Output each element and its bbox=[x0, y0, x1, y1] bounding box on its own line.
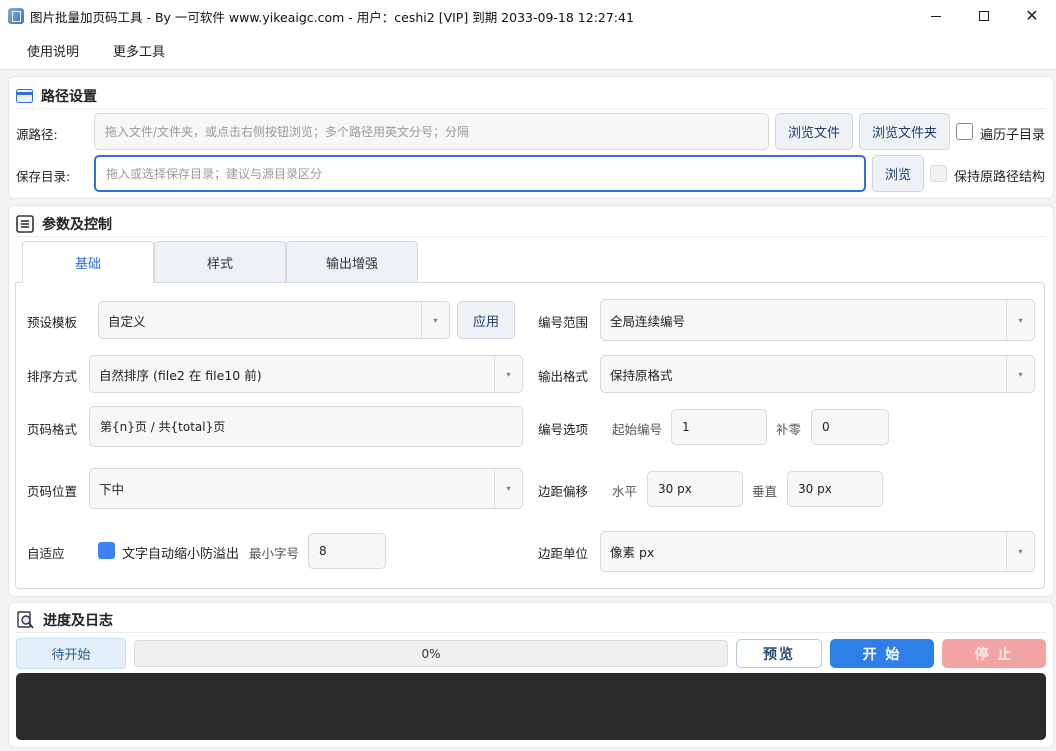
margin-unit-select[interactable]: 像素 px ▾ bbox=[600, 531, 1035, 572]
number-options-label: 编号选项 bbox=[538, 422, 589, 437]
title-bar: 图片批量加页码工具 - By 一可软件 www.yikeaigc.com - 用… bbox=[0, 0, 1056, 32]
horizontal-offset-value: 30 px bbox=[658, 482, 692, 496]
recurse-subdirs-checkbox[interactable] bbox=[956, 123, 973, 140]
params-header: 参数及控制 bbox=[16, 214, 112, 234]
zero-pad-field[interactable]: 0 bbox=[811, 409, 889, 445]
vertical-label: 垂直 bbox=[752, 484, 778, 499]
close-icon: ✕ bbox=[1025, 6, 1039, 25]
margin-unit-value: 像素 px bbox=[610, 545, 655, 560]
margin-unit-label: 边距单位 bbox=[538, 546, 589, 561]
menu-item-usage[interactable]: 使用说明 bbox=[27, 41, 79, 60]
progress-percent: 0% bbox=[421, 646, 441, 661]
status-badge: 待开始 bbox=[16, 638, 126, 669]
divider bbox=[16, 236, 1046, 237]
log-output[interactable] bbox=[16, 673, 1046, 740]
min-font-label: 最小字号 bbox=[249, 546, 300, 561]
page-format-value: 第{n}页 / 共{total}页 bbox=[100, 420, 226, 434]
keep-structure-label: 保持原路径结构 bbox=[954, 170, 1046, 185]
page-format-label: 页码格式 bbox=[27, 422, 78, 437]
close-button[interactable]: ✕ bbox=[1008, 0, 1056, 32]
min-font-value: 8 bbox=[319, 544, 327, 558]
auto-shrink-checkbox[interactable] bbox=[98, 542, 115, 559]
chevron-down-icon: ▾ bbox=[1006, 300, 1034, 340]
page-position-value: 下中 bbox=[99, 482, 125, 497]
preset-label: 预设模板 bbox=[27, 315, 78, 330]
vertical-offset-value: 30 px bbox=[798, 482, 832, 496]
save-dir-field[interactable] bbox=[94, 155, 866, 192]
chevron-down-icon: ▾ bbox=[494, 469, 522, 508]
progress-header: 进度及日志 bbox=[16, 610, 113, 630]
chevron-down-icon: ▾ bbox=[494, 356, 522, 392]
window-controls: ✕ bbox=[912, 0, 1056, 32]
range-label: 编号范围 bbox=[538, 315, 589, 330]
horizontal-label: 水平 bbox=[612, 484, 638, 499]
browse-folder-button[interactable]: 浏览文件夹 bbox=[859, 113, 950, 150]
list-icon bbox=[16, 215, 34, 233]
maximize-icon bbox=[979, 11, 989, 21]
preview-button[interactable]: 预览 bbox=[736, 639, 822, 668]
tab-style[interactable]: 样式 bbox=[154, 241, 286, 282]
chevron-down-icon: ▾ bbox=[421, 302, 449, 338]
path-settings-header: 路径设置 bbox=[16, 86, 97, 106]
minimize-button[interactable] bbox=[912, 0, 960, 32]
sort-select[interactable]: 自然排序 (file2 在 file10 前) ▾ bbox=[89, 355, 523, 393]
preset-select[interactable]: 自定义 ▾ bbox=[98, 301, 450, 339]
auto-shrink-label: 文字自动缩小防溢出 bbox=[122, 547, 240, 562]
divider bbox=[16, 108, 1046, 109]
minimize-icon bbox=[931, 15, 941, 17]
page-format-field[interactable]: 第{n}页 / 共{total}页 bbox=[89, 406, 523, 447]
chevron-down-icon: ▾ bbox=[1006, 356, 1034, 392]
window-title: 图片批量加页码工具 - By 一可软件 www.yikeaigc.com - 用… bbox=[30, 9, 634, 25]
vertical-offset-field[interactable]: 30 px bbox=[787, 471, 883, 507]
card-icon bbox=[16, 89, 33, 103]
start-button[interactable]: 开 始 bbox=[830, 639, 934, 668]
start-number-value: 1 bbox=[682, 420, 690, 434]
tab-basic[interactable]: 基础 bbox=[22, 241, 154, 283]
source-path-label: 源路径: bbox=[16, 127, 58, 142]
chevron-down-icon: ▾ bbox=[1006, 532, 1034, 571]
stop-button[interactable]: 停 止 bbox=[942, 639, 1046, 668]
page-position-label: 页码位置 bbox=[27, 484, 78, 499]
page-position-select[interactable]: 下中 ▾ bbox=[89, 468, 523, 509]
start-number-field[interactable]: 1 bbox=[671, 409, 767, 445]
min-font-field[interactable]: 8 bbox=[308, 533, 386, 569]
sort-value: 自然排序 (file2 在 file10 前) bbox=[99, 367, 262, 383]
menu-item-more-tools[interactable]: 更多工具 bbox=[113, 41, 165, 60]
horizontal-offset-field[interactable]: 30 px bbox=[647, 471, 743, 507]
preset-value: 自定义 bbox=[108, 313, 146, 329]
output-format-value: 保持原格式 bbox=[610, 367, 673, 383]
progress-title: 进度及日志 bbox=[43, 613, 113, 629]
tab-output-enhance[interactable]: 输出增强 bbox=[286, 241, 418, 282]
divider bbox=[16, 632, 1046, 633]
magnifier-document-icon bbox=[17, 610, 34, 629]
start-number-label: 起始编号 bbox=[612, 422, 663, 437]
margin-offset-label: 边距偏移 bbox=[538, 484, 589, 499]
progress-bar: 0% bbox=[134, 640, 728, 667]
output-format-select[interactable]: 保持原格式 ▾ bbox=[600, 355, 1035, 393]
apply-preset-button[interactable]: 应用 bbox=[457, 301, 515, 339]
zero-pad-value: 0 bbox=[822, 420, 830, 434]
path-settings-title: 路径设置 bbox=[41, 89, 97, 105]
save-dir-label: 保存目录: bbox=[16, 169, 71, 184]
maximize-button[interactable] bbox=[960, 0, 1008, 32]
menu-bar: 使用说明 更多工具 bbox=[0, 32, 1056, 70]
app-icon bbox=[8, 8, 24, 24]
browse-file-button[interactable]: 浏览文件 bbox=[775, 113, 853, 150]
range-value: 全局连续编号 bbox=[610, 313, 686, 329]
sort-label: 排序方式 bbox=[27, 369, 78, 384]
recurse-subdirs-label: 遍历子目录 bbox=[980, 128, 1046, 143]
save-dir-input[interactable] bbox=[106, 166, 864, 181]
params-title: 参数及控制 bbox=[42, 217, 112, 233]
range-select[interactable]: 全局连续编号 ▾ bbox=[600, 299, 1035, 341]
keep-structure-checkbox[interactable] bbox=[930, 165, 947, 182]
adaptive-label: 自适应 bbox=[27, 546, 65, 561]
output-format-label: 输出格式 bbox=[538, 369, 589, 384]
source-path-input[interactable] bbox=[105, 124, 768, 139]
zero-pad-label: 补零 bbox=[776, 422, 802, 437]
browse-save-dir-button[interactable]: 浏览 bbox=[872, 155, 924, 192]
source-path-field[interactable] bbox=[94, 113, 769, 150]
